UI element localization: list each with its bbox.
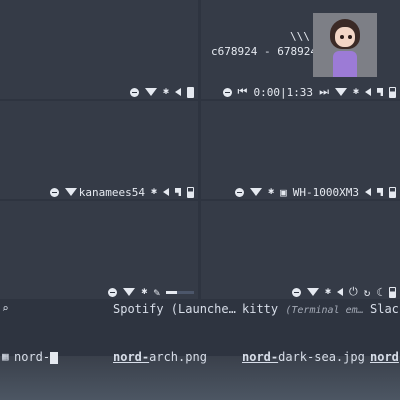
- result-rest: dark-sea.jpg: [278, 350, 365, 364]
- search-result[interactable]: nord: [370, 350, 399, 364]
- status-bar-top-left: ✱: [129, 85, 194, 99]
- microphone-muted-icon[interactable]: ✎: [153, 286, 160, 299]
- result-match: nord: [370, 350, 399, 364]
- search-result[interactable]: nord-dark-sea.jpg: [242, 350, 365, 364]
- result-match: nord-: [113, 350, 150, 364]
- power-icon[interactable]: ⏻: [349, 285, 358, 299]
- status-bar-top-right: ⏮ 0:00|1:33 ⏭ ✱: [222, 85, 396, 99]
- status-bar-middle-right: ✱ ▣ WH-1000XM3: [235, 185, 396, 199]
- search-icon: ⌕: [2, 302, 9, 315]
- next-track-icon[interactable]: ⏭: [319, 85, 329, 99]
- status-bar-bottom-right: ✱ ⏻ ↻ ☾: [292, 285, 396, 299]
- spotify-icon[interactable]: [129, 87, 139, 97]
- bluetooth-icon[interactable]: ✱: [163, 87, 169, 97]
- network-name: kanamees54: [78, 185, 145, 199]
- volume-icon[interactable]: [365, 188, 371, 196]
- battery-icon: [389, 186, 396, 198]
- headphones-icon: ▣: [280, 185, 287, 199]
- battery-icon: [389, 86, 396, 98]
- charging-icon: [377, 88, 383, 96]
- app-launcher-row: ⌕ Spotify (Launche… kitty (Terminal em… …: [0, 299, 400, 321]
- bluetooth-icon[interactable]: ✱: [325, 287, 331, 297]
- file-search-row: ▦ nord- nord-arch.png nord-dark-sea.jpg …: [0, 347, 400, 369]
- battery-icon: [389, 286, 396, 298]
- launcher-item-label: kitty: [242, 302, 279, 316]
- launcher-item[interactable]: kitty (Terminal em…: [242, 302, 364, 316]
- battery-icon: [187, 86, 194, 98]
- wifi-icon[interactable]: [307, 288, 320, 296]
- result-match: nord-: [242, 350, 279, 364]
- bluetooth-device-name: WH-1000XM3: [292, 185, 359, 199]
- search-input[interactable]: nord-: [14, 350, 59, 364]
- track-id: c678924 - 678924: [211, 45, 317, 58]
- image-icon: ▦: [2, 350, 9, 363]
- wifi-icon[interactable]: [64, 188, 77, 196]
- previous-track-icon[interactable]: ⏮: [238, 85, 248, 99]
- bluetooth-icon[interactable]: ✱: [151, 187, 157, 197]
- spotify-icon[interactable]: [108, 287, 118, 297]
- media-glyph: \\\: [290, 30, 310, 43]
- charging-icon: [377, 188, 383, 196]
- volume-icon[interactable]: [365, 88, 371, 96]
- wifi-icon[interactable]: [250, 188, 263, 196]
- wifi-icon[interactable]: [334, 88, 347, 96]
- spotify-icon[interactable]: [292, 287, 302, 297]
- volume-icon[interactable]: [175, 88, 181, 96]
- night-icon[interactable]: ☾: [376, 286, 383, 299]
- spotify-icon[interactable]: [235, 187, 245, 197]
- playback-time: 0:00|1:33: [253, 85, 314, 99]
- wifi-icon[interactable]: [144, 88, 157, 96]
- launcher-item-label: Spotify (Launche…: [113, 302, 236, 316]
- launcher-item[interactable]: Spotify (Launche…: [113, 302, 236, 316]
- launcher-item-desc: (Terminal em…: [285, 305, 364, 316]
- volume-slider-fill: [166, 290, 178, 294]
- launcher-item-label: Slac: [370, 302, 399, 316]
- status-bar-middle-left: kanamees54 ✱: [49, 185, 194, 199]
- bluetooth-icon[interactable]: ✱: [141, 287, 147, 297]
- status-bar-bottom-left: ✱ ✎: [108, 285, 194, 299]
- text-cursor: [50, 351, 59, 364]
- volume-icon[interactable]: [337, 288, 344, 296]
- charging-icon: [175, 188, 181, 196]
- bluetooth-icon[interactable]: ✱: [268, 187, 274, 197]
- refresh-icon[interactable]: ↻: [364, 286, 371, 299]
- spotify-icon[interactable]: [49, 187, 59, 197]
- wifi-icon[interactable]: [123, 288, 136, 296]
- bluetooth-icon[interactable]: ✱: [353, 87, 359, 97]
- spotify-icon[interactable]: [222, 87, 232, 97]
- battery-icon: [187, 186, 194, 198]
- launcher-item[interactable]: Slac: [370, 302, 399, 316]
- volume-icon[interactable]: [163, 188, 169, 196]
- volume-slider[interactable]: [166, 290, 194, 294]
- search-query: nord-: [14, 350, 51, 364]
- search-result[interactable]: nord-arch.png: [113, 350, 207, 364]
- album-art: [313, 13, 377, 77]
- result-rest: arch.png: [149, 350, 207, 364]
